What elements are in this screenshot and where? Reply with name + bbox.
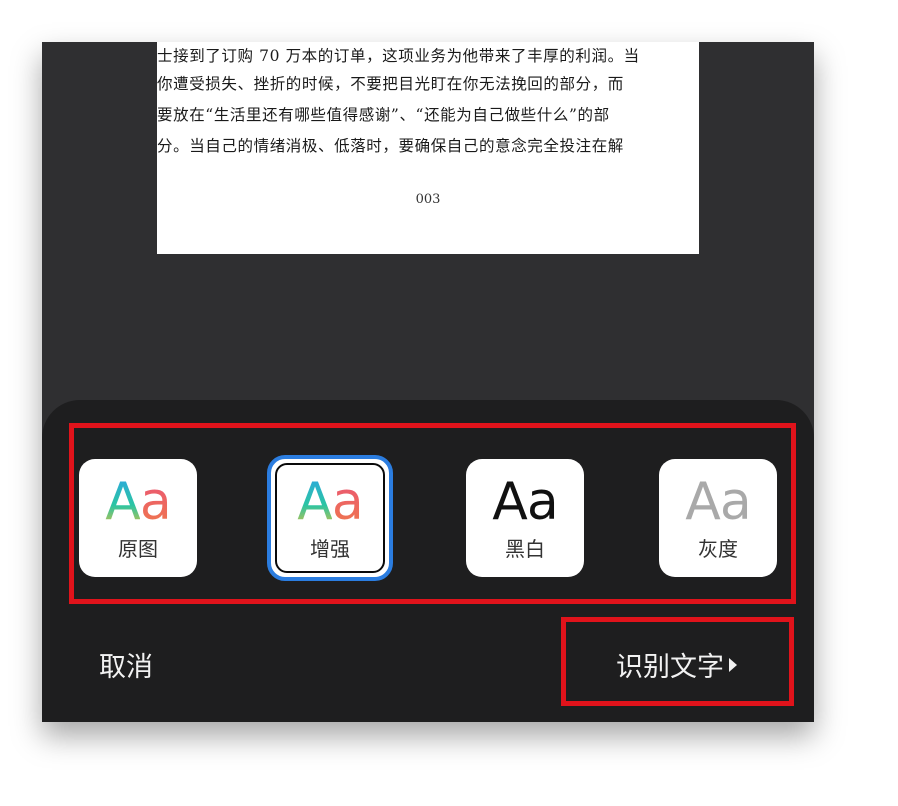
aa-gray-icon: Aa [685, 472, 751, 532]
filter-label: 黑白 [505, 537, 545, 561]
document-text-line: 你遭受损失、挫折的时候，不要把目光盯在你无法挽回的部分，而 [157, 75, 624, 93]
filter-label: 灰度 [698, 537, 738, 561]
aa-color-icon: Aa [105, 472, 171, 532]
filter-label: 增强 [310, 537, 350, 561]
scanned-document-preview: 士接到了订购 70 万本的订单，这项业务为他带来了丰厚的利润。当 你遭受损失、挫… [157, 42, 699, 254]
aa-black-icon: Aa [492, 472, 558, 532]
recognize-highlight-box [561, 617, 794, 706]
cancel-button[interactable]: 取消 [99, 645, 153, 684]
document-text-line: 要放在“生活里还有哪些值得感谢”、“还能为自己做些什么”的部 [157, 106, 610, 124]
document-text-line: 分。当自己的情绪消极、低落时，要确保自己的意念完全投注在解 [157, 137, 624, 155]
aa-color-icon: Aa [297, 472, 363, 532]
document-page-number: 003 [415, 192, 441, 207]
filter-label: 原图 [118, 537, 158, 561]
document-text-line: 士接到了订购 70 万本的订单，这项业务为他带来了丰厚的利润。当 [157, 47, 640, 65]
